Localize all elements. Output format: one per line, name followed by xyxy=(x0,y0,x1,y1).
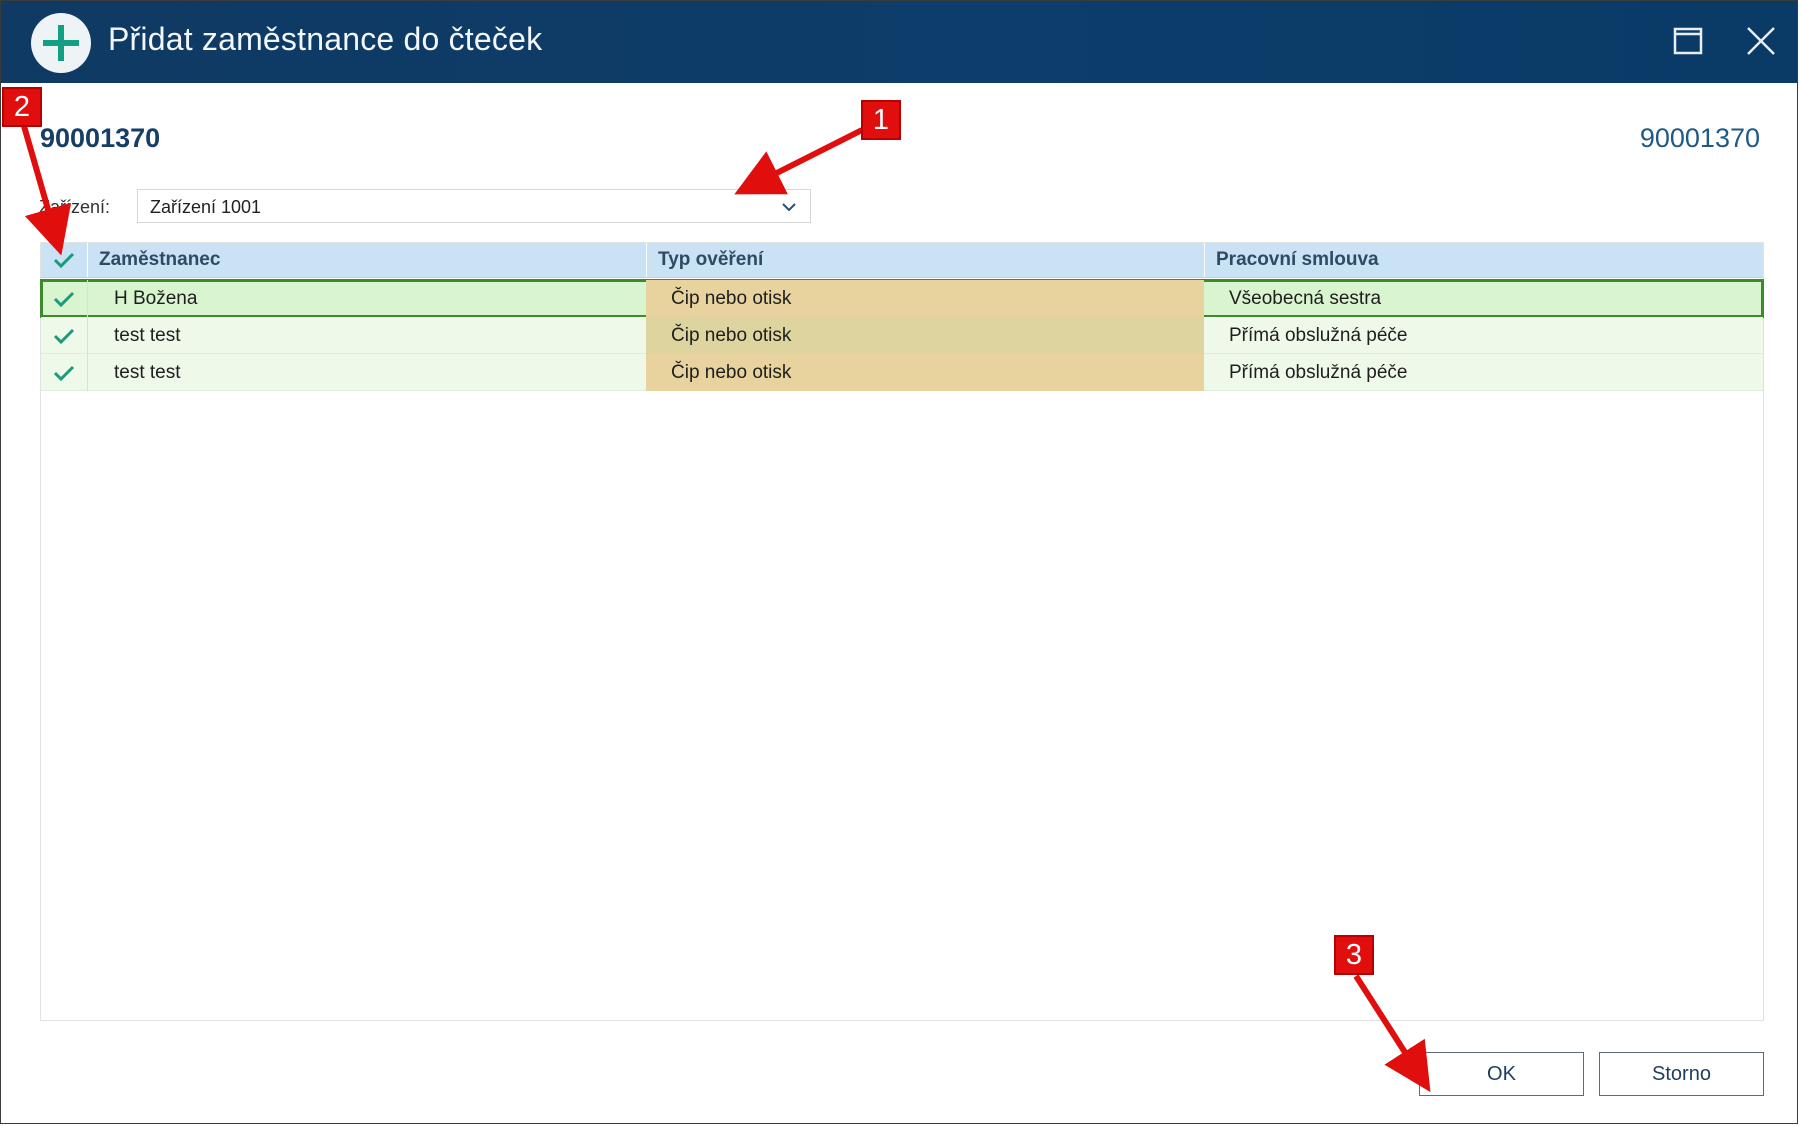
device-select-value: Zařízení 1001 xyxy=(150,197,262,217)
column-header-contract[interactable]: Pracovní smlouva xyxy=(1216,243,1379,277)
chevron-down-icon[interactable] xyxy=(780,198,798,221)
close-icon[interactable] xyxy=(1738,18,1784,64)
column-header-employee[interactable]: Zaměstnanec xyxy=(99,243,220,277)
check-icon xyxy=(53,252,75,269)
dialog-window: Přidat zaměstnance do čteček 90001370 90… xyxy=(0,0,1798,1124)
ok-button[interactable]: OK xyxy=(1419,1052,1584,1096)
row-checkbox[interactable] xyxy=(41,317,87,354)
table-row[interactable]: H Božena Čip nebo otisk Všeobecná sestra xyxy=(40,279,1765,318)
dialog-title: Přidat zaměstnance do čteček xyxy=(108,21,543,57)
auth-type-cell[interactable]: Čip nebo otisk xyxy=(646,317,1204,354)
employee-cell[interactable]: test test xyxy=(87,317,646,354)
cancel-button[interactable]: Storno xyxy=(1599,1052,1764,1096)
device-label: Zařízení: xyxy=(39,197,111,217)
check-icon xyxy=(53,365,75,381)
contract-cell[interactable]: Přímá obslužná péče xyxy=(1204,317,1765,354)
record-id-heading: 90001370 xyxy=(40,123,161,153)
contract-cell[interactable]: Všeobecná sestra xyxy=(1204,280,1765,317)
employee-grid: Zaměstnanec Typ ověření Pracovní smlouva… xyxy=(40,242,1764,1021)
row-checkbox[interactable] xyxy=(41,280,87,317)
auth-type-cell[interactable]: Čip nebo otisk xyxy=(646,354,1204,391)
select-all-checkbox[interactable] xyxy=(41,243,87,277)
check-icon xyxy=(53,291,75,307)
table-row[interactable]: test test Čip nebo otisk Přímá obslužná … xyxy=(41,354,1763,391)
employee-cell[interactable]: test test xyxy=(87,354,646,391)
record-id-right: 90001370 xyxy=(1639,123,1760,153)
annotation-marker-1: 1 xyxy=(861,100,901,140)
column-header-auth-type[interactable]: Typ ověření xyxy=(658,243,763,277)
title-bar: Přidat zaměstnance do čteček xyxy=(1,1,1797,83)
employee-cell[interactable]: H Božena xyxy=(87,280,646,317)
check-icon xyxy=(53,328,75,344)
add-icon xyxy=(31,13,91,73)
device-select[interactable]: Zařízení 1001 xyxy=(137,189,811,223)
auth-type-cell[interactable]: Čip nebo otisk xyxy=(646,280,1204,317)
table-row[interactable]: test test Čip nebo otisk Přímá obslužná … xyxy=(41,317,1763,354)
annotation-marker-3: 3 xyxy=(1334,935,1374,975)
maximize-icon[interactable] xyxy=(1665,18,1711,64)
annotation-marker-2: 2 xyxy=(2,87,42,127)
grid-header: Zaměstnanec Typ ověření Pracovní smlouva xyxy=(41,243,1763,278)
row-checkbox[interactable] xyxy=(41,354,87,391)
contract-cell[interactable]: Přímá obslužná péče xyxy=(1204,354,1765,391)
